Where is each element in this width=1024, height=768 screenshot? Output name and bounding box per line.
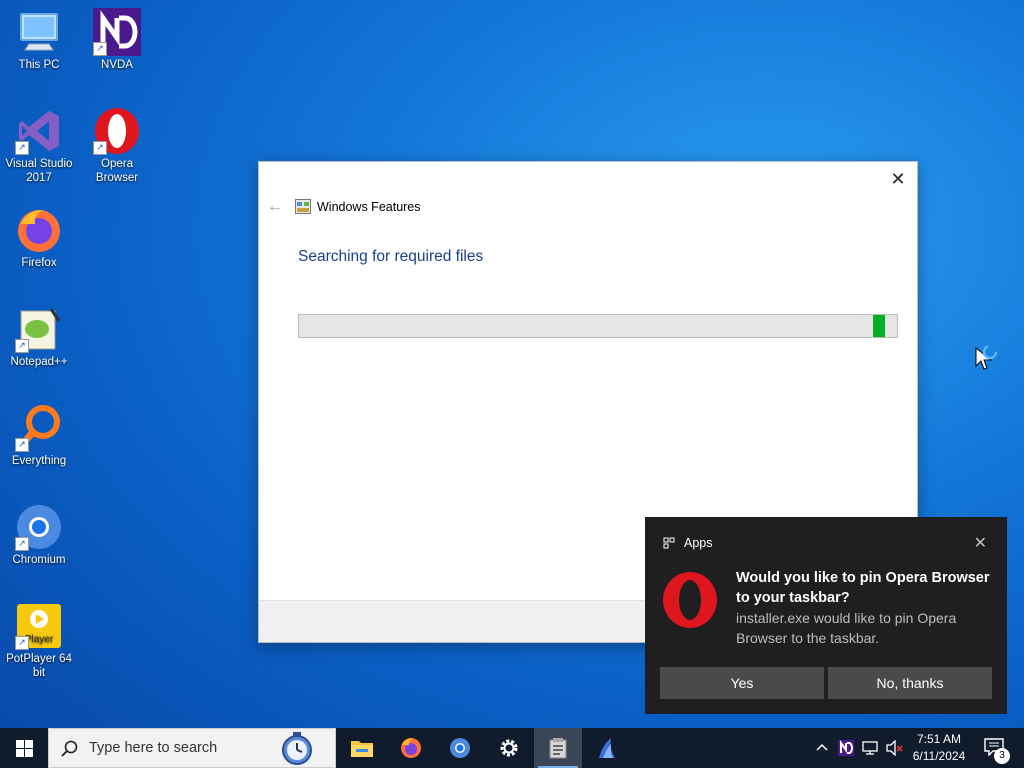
chromium-icon: ↗ [15, 503, 63, 551]
back-arrow-icon[interactable]: ← [267, 198, 283, 216]
desktop-icon-label: Notepad++ [10, 356, 68, 368]
desktop-icon-chromium[interactable]: ↗ Chromium [1, 503, 77, 567]
taskbar-windows-features[interactable] [534, 728, 582, 768]
installer-icon [599, 738, 615, 758]
desktop-icon-this-pc[interactable]: This PC [1, 8, 77, 72]
yes-button[interactable]: Yes [660, 667, 824, 699]
tray-network[interactable] [860, 728, 880, 768]
desktop-icon-nvda[interactable]: ↗ NVDA [79, 8, 155, 72]
shortcut-arrow-icon: ↗ [15, 141, 29, 155]
desktop-icon-label: Chromium [12, 554, 66, 566]
shortcut-arrow-icon: ↗ [15, 537, 29, 551]
taskbar-file-explorer[interactable] [338, 728, 386, 768]
shortcut-arrow-icon: ↗ [15, 636, 29, 650]
shortcut-arrow-icon: ↗ [15, 438, 29, 452]
toast-body: installer.exe would like to pin Opera Br… [736, 610, 957, 646]
desktop-icon-label: Firefox [21, 257, 57, 269]
chevron-up-icon [816, 743, 828, 751]
potplayer-icon: Player ↗ [15, 602, 63, 650]
settings-icon [500, 739, 518, 757]
search-placeholder: Type here to search [89, 740, 218, 756]
search-box[interactable]: Type here to search [48, 728, 336, 768]
taskbar-settings[interactable] [485, 728, 533, 768]
progress-fill [873, 315, 886, 337]
pin-toast-notification: Apps ✕ Would you like to pin Opera Brows… [645, 517, 1007, 714]
desktop-icon-everything[interactable]: ↗ Everything [1, 404, 77, 468]
everything-icon: ↗ [15, 404, 63, 452]
opera-icon [663, 572, 717, 628]
shortcut-arrow-icon: ↗ [93, 141, 107, 155]
visual-studio-icon: ↗ [15, 107, 63, 155]
desktop-icon-label: NVDA [101, 59, 133, 71]
toast-app-name: Apps [684, 536, 713, 550]
system-clock[interactable]: 7:51 AM 6/11/2024 [898, 731, 980, 765]
taskbar: Type here to search 7:51 AM 6/11/2024 3 [0, 728, 1024, 768]
desktop-icon-label: Visual Studio 2017 [5, 158, 73, 184]
computer-icon [15, 8, 63, 56]
show-hidden-icons-button[interactable] [812, 728, 832, 768]
action-center-button[interactable]: 3 [980, 728, 1016, 768]
svg-text:Player: Player [25, 634, 54, 645]
shortcut-arrow-icon: ↗ [15, 339, 29, 353]
taskbar-firefox[interactable] [387, 728, 435, 768]
toast-close-button[interactable]: ✕ [974, 533, 987, 553]
apps-icon [663, 537, 675, 549]
firefox-icon [15, 206, 63, 254]
dialog-title: Windows Features [317, 200, 421, 214]
nvda-icon: ↗ [93, 8, 141, 56]
desktop-icon-opera[interactable]: ↗ Opera Browser [79, 107, 155, 185]
no-thanks-button[interactable]: No, thanks [828, 667, 992, 699]
dialog-close-button[interactable]: ✕ [887, 168, 909, 190]
chromium-icon [450, 738, 470, 758]
desktop-icon-visual-studio[interactable]: ↗ Visual Studio 2017 [1, 107, 77, 185]
windows-logo-icon [16, 740, 33, 757]
notification-count-badge: 3 [994, 748, 1010, 764]
notepadpp-icon: ↗ [15, 305, 63, 353]
search-icon [61, 740, 78, 757]
desktop-icon-firefox[interactable]: Firefox [1, 206, 77, 270]
desktop-icon-label: Opera Browser [95, 158, 139, 184]
dialog-heading: Searching for required files [298, 248, 484, 265]
shortcut-arrow-icon: ↗ [93, 42, 107, 56]
windows-features-icon [295, 199, 311, 214]
tray-nvda[interactable] [836, 728, 856, 768]
clock-date: 6/11/2024 [912, 749, 966, 763]
taskbar-chromium[interactable] [436, 728, 484, 768]
desktop-icon-potplayer[interactable]: Player ↗ PotPlayer 64 bit [1, 602, 77, 680]
cortana-clock-icon[interactable] [279, 731, 315, 767]
taskbar-installer[interactable] [583, 728, 631, 768]
firefox-icon [401, 738, 421, 758]
start-button[interactable] [0, 728, 48, 768]
clock-time: 7:51 AM [916, 732, 962, 746]
windows-features-icon [549, 738, 567, 759]
file-explorer-icon [351, 741, 373, 757]
desktop-icon-label: This PC [18, 59, 60, 71]
desktop-icon-label: Everything [11, 455, 67, 467]
desktop-icon-notepadpp[interactable]: ↗ Notepad++ [1, 305, 77, 369]
desktop-icon-label: PotPlayer 64 bit [6, 653, 72, 679]
busy-cursor-icon [975, 344, 998, 370]
opera-icon: ↗ [93, 107, 141, 155]
network-icon [862, 741, 878, 755]
toast-headline: Would you like to pin Opera Browser to y… [736, 570, 990, 606]
nvda-icon [838, 740, 854, 756]
progress-bar [298, 314, 898, 338]
